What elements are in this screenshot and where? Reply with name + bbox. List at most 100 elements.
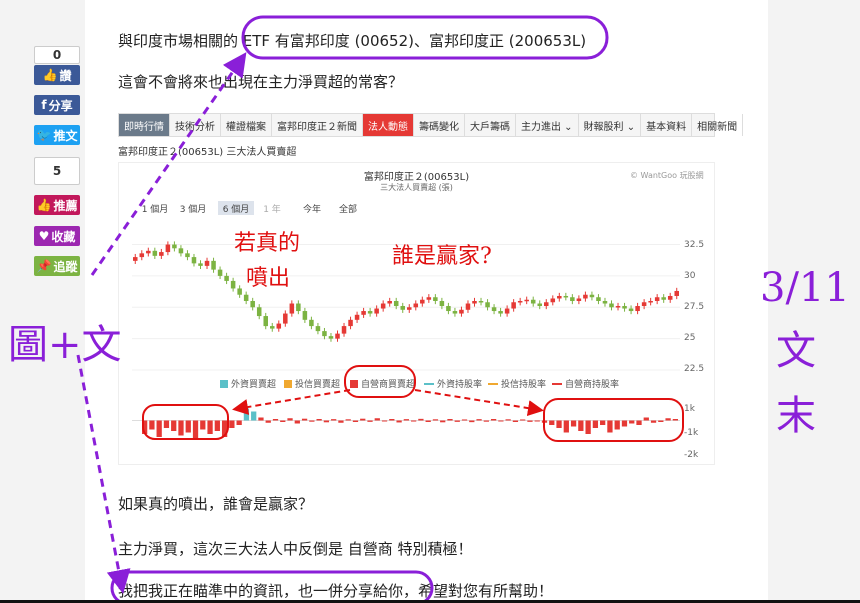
- candle-body: [589, 294, 595, 298]
- candle-body: [250, 301, 255, 308]
- annotation-date: 3/11: [760, 265, 850, 311]
- dealer-net-bar: [149, 420, 155, 430]
- candle-body: [628, 308, 634, 312]
- dealer-net-bar: [534, 420, 540, 422]
- candle-body: [348, 319, 353, 327]
- candle-body: [563, 295, 569, 298]
- candle-body: [530, 299, 536, 304]
- dealer-net-bar: [549, 420, 555, 425]
- dealer-net-bar: [592, 420, 599, 428]
- annotation-who-wins: 誰是贏家?: [392, 244, 492, 269]
- dealer-net-bar: [483, 420, 489, 422]
- candle-body: [648, 301, 653, 303]
- candle-body: [491, 307, 497, 312]
- dealer-net-bar: [294, 420, 300, 424]
- legend-trust-ratio[interactable]: 投信持股率: [488, 377, 546, 390]
- candle-body: [570, 297, 575, 301]
- dealer-net-bar: [323, 420, 330, 423]
- paragraph-winner: 如果真的噴出，誰會是贏家？: [118, 495, 314, 513]
- dealer-net-bar: [541, 420, 548, 423]
- dealer-net-bar: [520, 419, 526, 421]
- dealer-net-bar: [287, 418, 293, 421]
- dealer-net-bar: [331, 419, 337, 421]
- candle-body: [537, 303, 542, 307]
- candle-body: [641, 302, 647, 307]
- candle-body: [544, 302, 549, 307]
- y-tick: 30: [684, 271, 696, 281]
- dealer-net-bar: [258, 417, 264, 421]
- candle-body: [302, 311, 308, 320]
- paragraph-dealer: 主力淨買，這次三大法人中反倒是 自營商 特別積極！: [118, 540, 473, 558]
- candle-body: [433, 297, 438, 301]
- candle-body: [667, 295, 673, 300]
- candle-body: [283, 313, 288, 324]
- dealer-net-bar: [432, 419, 439, 421]
- dealer-net-bar: [614, 420, 620, 430]
- dealer-net-bar: [418, 418, 424, 421]
- dealer-net-bar: [163, 420, 170, 428]
- dealer-net-bar: [629, 420, 635, 424]
- candle-body: [674, 290, 679, 296]
- dealer-net-bar: [643, 417, 649, 421]
- candle-body: [380, 303, 386, 309]
- candle-body: [583, 294, 588, 299]
- candle-body: [204, 260, 210, 266]
- dealer-net-bar: [607, 420, 613, 433]
- dealer-net-bar: [229, 420, 235, 428]
- legend-trust[interactable]: 投信買賣超: [284, 377, 340, 390]
- y-tick: 32.5: [684, 240, 705, 250]
- dealer-net-bar: [527, 420, 533, 422]
- candle-body: [596, 297, 601, 301]
- y-tick: 22.5: [684, 364, 705, 374]
- candle-body: [374, 308, 379, 314]
- dealer-net-bar: [221, 420, 228, 437]
- dealer-net-bar: [192, 420, 199, 439]
- candle-body: [498, 311, 503, 314]
- candle-body: [133, 257, 138, 261]
- dealer-net-bar: [185, 420, 191, 433]
- dealer-net-bar: [621, 420, 628, 427]
- dealer-net-bar: [585, 420, 591, 434]
- legend-dealer[interactable]: 自營商買賣超: [350, 377, 415, 390]
- legend-foreign[interactable]: 外資買賣超: [220, 377, 276, 390]
- candle-body: [511, 302, 516, 309]
- dealer-net-bar: [316, 419, 322, 421]
- candle-body: [465, 303, 471, 310]
- dealer-net-bar: [389, 419, 395, 421]
- dealer-net-bar: [236, 420, 242, 425]
- dealer-net-bar: [403, 419, 409, 421]
- dealer-net-bar: [243, 408, 250, 421]
- dealer-net-bar: [338, 420, 344, 423]
- candle-body: [459, 309, 464, 314]
- candle-body: [485, 302, 490, 308]
- candle-body: [217, 269, 223, 276]
- candle-body: [407, 307, 412, 310]
- legend-foreign-ratio[interactable]: 外資持股率: [424, 377, 482, 390]
- dealer-net-bar: [650, 420, 657, 423]
- candle-body: [557, 295, 562, 299]
- dealer-net-bar: [461, 419, 468, 421]
- dealer-net-bar: [665, 418, 671, 421]
- dealer-net-bar: [178, 420, 184, 436]
- dealer-net-bar: [345, 419, 351, 421]
- dealer-net-bar: [600, 420, 606, 425]
- candle-body: [661, 297, 666, 300]
- candle-body: [328, 336, 334, 339]
- dealer-net-bar: [381, 420, 388, 422]
- dealer-net-bar: [636, 420, 642, 425]
- candle-body: [139, 253, 145, 258]
- dealer-net-bar: [360, 418, 366, 421]
- dealer-net-bar: [563, 420, 569, 433]
- candle-body: [367, 311, 373, 314]
- dealer-net-bar: [556, 420, 562, 428]
- candle-body: [361, 311, 366, 315]
- y-tick: 25: [684, 333, 696, 343]
- candle-body: [165, 244, 171, 253]
- dealer-net-bar: [447, 419, 453, 421]
- candle-body: [426, 297, 432, 300]
- dealer-net-bar: [672, 419, 678, 421]
- candle-body: [315, 326, 321, 332]
- dealer-net-bar: [440, 420, 446, 423]
- legend-dealer-ratio[interactable]: 自營商持股率: [552, 377, 619, 390]
- candle-body: [256, 307, 262, 317]
